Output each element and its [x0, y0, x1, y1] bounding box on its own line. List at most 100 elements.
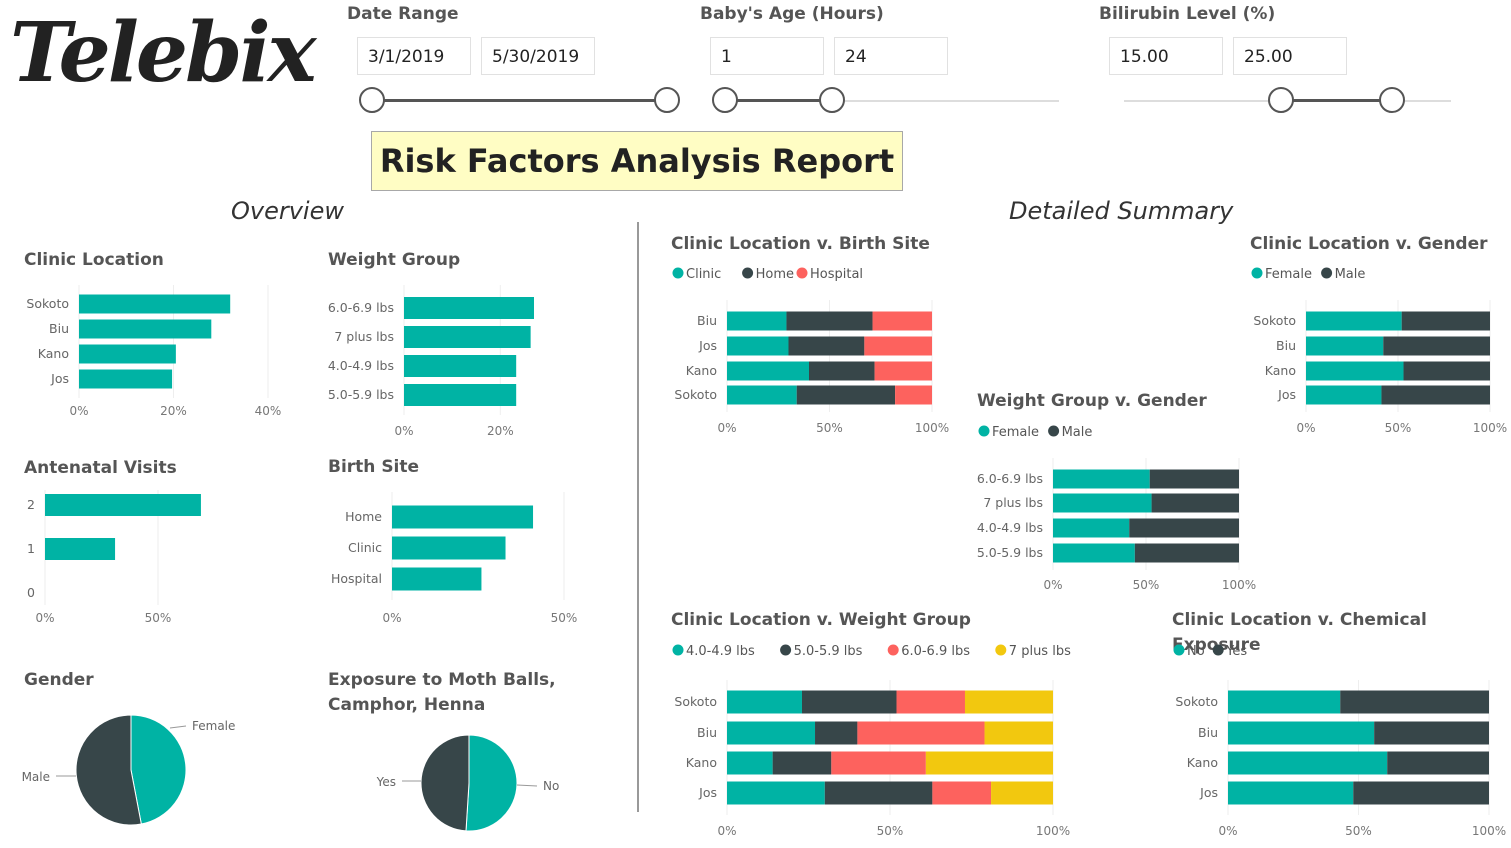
- clinic_v_birth_site-bar-segment: [727, 311, 787, 331]
- clinic_v_weight-bar-segment: [772, 751, 832, 775]
- clinic_v_birth_site-bar-segment: [727, 361, 809, 381]
- clinic_v_chemical-category-label: Biu: [1198, 725, 1218, 740]
- clinic_location-tick-label: 20%: [160, 404, 187, 418]
- clinic_v_birth_site-bar-segment: [796, 385, 896, 405]
- clinic_location-bar: [79, 319, 212, 339]
- clinic_v_weight-bar-segment: [727, 690, 802, 714]
- clinic_v_gender-bar-segment: [1381, 385, 1490, 405]
- clinic_v_chemical-category-label: Kano: [1187, 755, 1218, 770]
- clinic_v_birth_site-legend-label: Hospital: [810, 267, 863, 282]
- exposure-slice: [465, 734, 518, 832]
- clinic_v_chemical-tick-label: 100%: [1472, 824, 1506, 838]
- clinic_v_chemical-legend-label: No: [1187, 644, 1205, 659]
- clinic_v_birth_site-bar-segment: [809, 361, 875, 381]
- weight_v_gender-category-label: 6.0-6.9 lbs: [977, 471, 1043, 486]
- exposure-slice-label: Yes: [376, 775, 396, 789]
- clinic_v_gender-bar-segment: [1306, 311, 1402, 331]
- clinic_v_gender-legend-label: Female: [1265, 267, 1312, 282]
- clinic_v_birth_site-category-label: Biu: [697, 313, 717, 328]
- clinic_location-category-label: Kano: [38, 346, 69, 361]
- clinic_location-bar: [79, 369, 173, 389]
- clinic_location-tick-label: 0%: [69, 404, 88, 418]
- weight_group-category-label: 7 plus lbs: [334, 329, 394, 344]
- birth_site-tick-label: 50%: [551, 611, 578, 625]
- weight_group-category-label: 4.0-4.9 lbs: [328, 358, 394, 373]
- clinic_v_weight-bar-segment: [815, 721, 858, 745]
- weight_v_gender-tick-label: 100%: [1222, 578, 1256, 592]
- clinic_v_birth_site-bar-segment: [874, 361, 932, 381]
- clinic_v_birth_site-category-label: Jos: [698, 338, 717, 353]
- clinic_location-category-label: Jos: [50, 371, 69, 386]
- clinic_v_weight-legend-label: 6.0-6.9 lbs: [901, 644, 970, 659]
- clinic_v_birth_site-legend-label: Clinic: [686, 267, 721, 282]
- clinic_v_weight-bar-segment: [896, 690, 965, 714]
- weight_v_gender-tick-label: 50%: [1133, 578, 1160, 592]
- charts-canvas: 0% 20% 40%SokotoBiuKanoJos0% 20%6.0-6.9 lbs…: [22, 267, 1508, 838]
- weight_group-bar: [404, 297, 534, 319]
- birth_site-category-label: Hospital: [331, 571, 382, 586]
- clinic_v_birth_site-tick-label: 50%: [816, 421, 843, 435]
- clinic_v_birth_site-legend-marker: [672, 267, 684, 279]
- weight_group-bar: [404, 326, 531, 348]
- clinic_v_birth_site-bar-segment: [727, 385, 797, 405]
- clinic_v_weight-legend-label: 4.0-4.9 lbs: [686, 644, 755, 659]
- weight_v_gender-category-label: 7 plus lbs: [983, 495, 1043, 510]
- weight_v_gender-legend-marker: [1048, 425, 1060, 437]
- clinic_location-bar: [79, 344, 176, 364]
- clinic_v_chemical-bar-segment: [1228, 690, 1341, 714]
- clinic_v_gender-bar-segment: [1306, 336, 1384, 356]
- clinic_v_gender-bar-segment: [1401, 311, 1490, 331]
- weight_v_gender-bar-segment: [1053, 469, 1150, 489]
- clinic_v_birth_site-legend-label: Home: [756, 267, 794, 282]
- clinic_v_weight-bar-segment: [727, 781, 825, 805]
- weight_group-tick-label: 20%: [487, 424, 514, 438]
- antenatal_visits-bar: [45, 494, 201, 516]
- weight_v_gender-category-label: 4.0-4.9 lbs: [977, 520, 1043, 535]
- clinic_v_chemical-tick-label: 50%: [1345, 824, 1372, 838]
- weight_v_gender-tick-label: 0%: [1043, 578, 1062, 592]
- clinic_v_weight-bar-segment: [991, 781, 1053, 805]
- clinic_v_chemical-tick-label: 0%: [1218, 824, 1237, 838]
- birth_site-category-label: Home: [345, 509, 382, 524]
- clinic_v_weight-bar-segment: [964, 690, 1053, 714]
- clinic_v_gender-tick-label: 50%: [1385, 421, 1412, 435]
- clinic_v_birth_site-category-label: Kano: [686, 363, 717, 378]
- clinic_v_chemical-bar-segment: [1340, 690, 1489, 714]
- gender-slice-label: Male: [22, 770, 50, 784]
- clinic_v_weight-bar-segment: [831, 751, 926, 775]
- clinic_v_weight-bar-segment: [857, 721, 985, 745]
- antenatal_visits-tick-label: 0%: [35, 611, 54, 625]
- clinic_v_gender-bar-segment: [1403, 361, 1490, 381]
- antenatal_visits-category-label: 2: [27, 497, 35, 512]
- clinic_v_gender-category-label: Biu: [1276, 338, 1296, 353]
- clinic_v_gender-bar-segment: [1306, 361, 1404, 381]
- clinic_v_birth_site-legend-marker: [742, 267, 754, 279]
- clinic_v_gender-tick-label: 100%: [1473, 421, 1507, 435]
- clinic_v_gender-legend-marker: [1251, 267, 1263, 279]
- exposure-slice: [420, 734, 470, 832]
- clinic_v_gender-tick-label: 0%: [1296, 421, 1315, 435]
- birth_site-bar: [392, 536, 506, 560]
- clinic_v_gender-legend-label: Male: [1335, 267, 1366, 282]
- clinic_v_weight-bar-segment: [727, 721, 816, 745]
- clinic_v_weight-legend-marker: [672, 644, 684, 656]
- clinic_v_weight-legend-marker: [780, 644, 792, 656]
- weight_group-bar: [404, 355, 517, 377]
- clinic_v_chemical-bar-segment: [1387, 751, 1489, 775]
- weight_v_gender-bar-segment: [1134, 543, 1239, 563]
- weight_v_gender-bar-segment: [1053, 518, 1130, 538]
- clinic_v_birth_site-bar-segment: [786, 311, 873, 331]
- clinic_v_weight-bar-segment: [932, 781, 992, 805]
- antenatal_visits-bar: [45, 538, 116, 560]
- weight_group-category-label: 6.0-6.9 lbs: [328, 300, 394, 315]
- clinic_v_chemical-bar-segment: [1374, 721, 1489, 745]
- clinic_v_chemical-category-label: Jos: [1199, 785, 1218, 800]
- weight_v_gender-bar-segment: [1129, 518, 1239, 538]
- weight_v_gender-legend-label: Male: [1062, 425, 1093, 440]
- clinic_v_weight-tick-label: 50%: [877, 824, 904, 838]
- clinic_location-tick-label: 40%: [255, 404, 282, 418]
- weight_group-bar: [404, 384, 517, 406]
- clinic_v_birth_site-category-label: Sokoto: [674, 387, 717, 402]
- birth_site-bar: [392, 505, 534, 529]
- clinic_v_birth_site-legend-marker: [796, 267, 808, 279]
